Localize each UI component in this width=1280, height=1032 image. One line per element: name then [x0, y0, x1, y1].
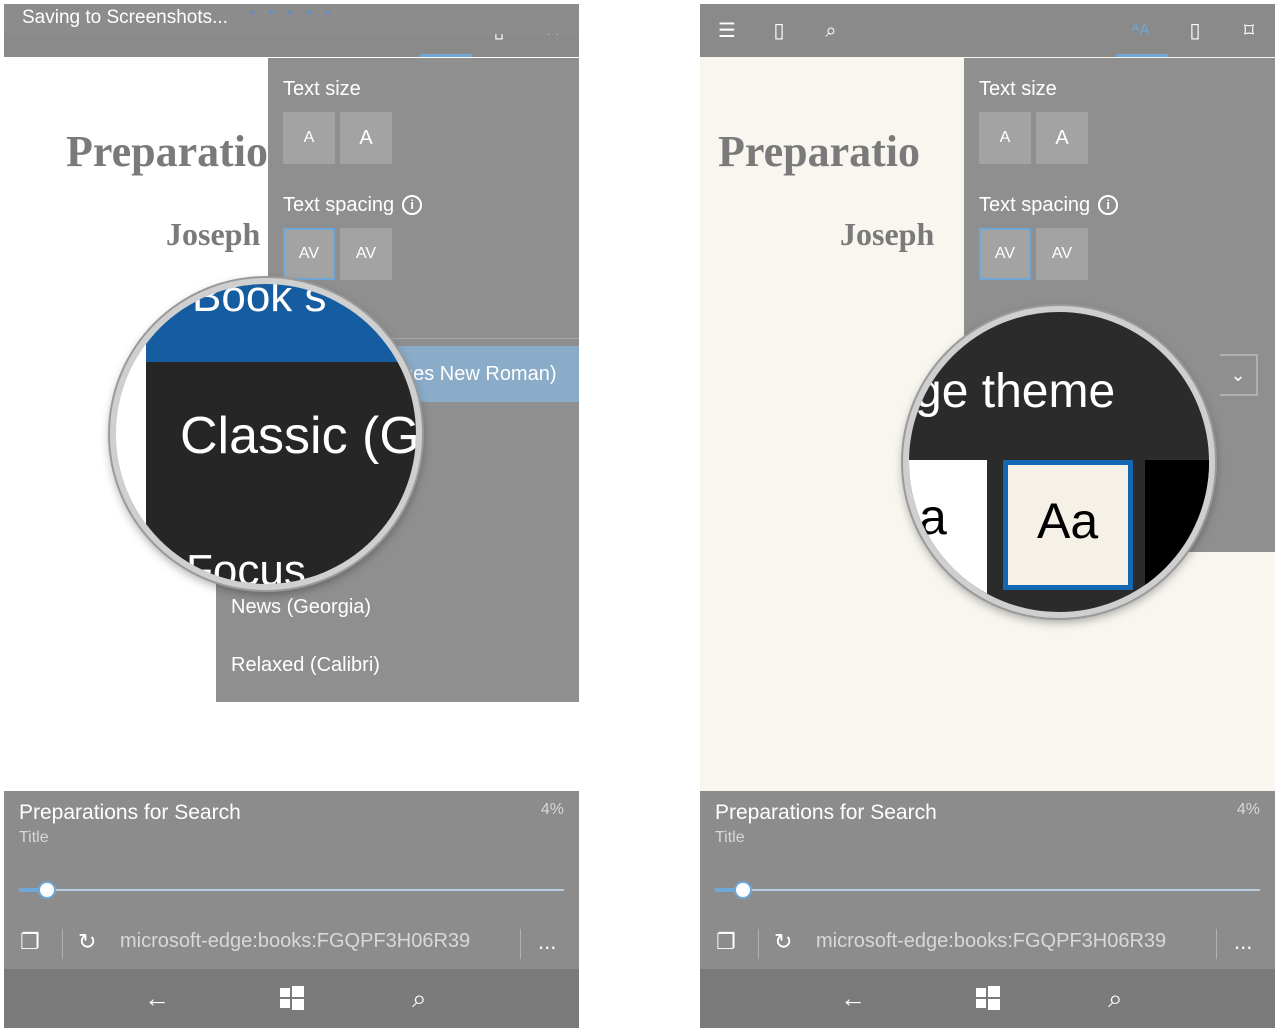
book-info-chapter: Title	[715, 829, 745, 846]
refresh-icon[interactable]: ↻	[774, 929, 792, 955]
text-size-label: Text size	[283, 78, 361, 100]
saving-text: Saving to Screenshots...	[22, 7, 228, 28]
magnifier-right: ge theme a Aa	[903, 306, 1215, 618]
font-option-news[interactable]: News (Georgia)	[231, 596, 371, 619]
saving-notification: Saving to Screenshots... •••••	[4, 4, 579, 34]
book-info-title: Preparations for Search	[715, 801, 937, 824]
tabs-icon[interactable]: ❐	[716, 929, 736, 955]
text-spacing-text: Text spacing	[979, 194, 1091, 216]
magnified-theme-label: ge theme	[915, 365, 1116, 418]
progress-slider-thumb[interactable]	[734, 881, 752, 899]
book-info-bar: Preparations for Search Title 4% ❐ ↻ mic…	[700, 791, 1275, 969]
progress-slider-track[interactable]	[715, 889, 1260, 891]
windows-start-icon[interactable]	[976, 986, 1000, 1010]
book-author: Joseph	[840, 216, 935, 252]
progress-dots: •••••	[250, 4, 345, 20]
top-toolbar: ☰ ▯ ⌕ ᴬA ▯ ⌑	[700, 4, 1275, 57]
magnified-header-text: Book s	[192, 278, 327, 321]
text-size-label: Text size	[979, 78, 1057, 100]
increase-glyph: A	[359, 127, 373, 149]
address-bar[interactable]: microsoft-edge:books:FGQPF3H06R39	[120, 930, 470, 953]
book-title: Preparatio	[66, 127, 269, 176]
narrow-spacing-button[interactable]: AV	[283, 228, 335, 280]
back-icon[interactable]: ←	[840, 983, 866, 1014]
left-phone-screen: ᴬ ▯ ⌑ Saving to Screenshots... ••••• Pre…	[4, 4, 579, 1028]
magnified-focus-option: Focus	[186, 546, 306, 590]
increase-text-size-button[interactable]: A	[340, 112, 392, 164]
bookmarks-list-icon[interactable]: ▯	[764, 16, 794, 46]
decrease-text-size-button[interactable]: A	[283, 112, 335, 164]
text-spacing-label: Text spacing i	[979, 194, 1119, 217]
decrease-text-size-button[interactable]: A	[979, 112, 1031, 164]
address-row: ❐ ↻ microsoft-edge:books:FGQPF3H06R39 ..…	[4, 917, 579, 969]
text-options-icon[interactable]: ᴬA	[1126, 16, 1156, 46]
font-option-relaxed[interactable]: Relaxed (Calibri)	[231, 654, 380, 677]
contents-icon[interactable]: ☰	[712, 16, 742, 46]
book-info-title: Preparations for Search	[19, 801, 241, 824]
progress-slider-track[interactable]	[19, 889, 564, 891]
system-nav-bar: ← ⌕	[700, 969, 1275, 1028]
increase-glyph: A	[1055, 127, 1069, 149]
narrow-spacing-button[interactable]: AV	[979, 228, 1031, 280]
font-option-selected[interactable]: nes New Roman)	[394, 346, 579, 402]
tabs-icon[interactable]: ❐	[20, 929, 40, 955]
book-author: Joseph	[166, 216, 261, 252]
wide-spacing-glyph: AV	[1051, 245, 1073, 262]
search-icon[interactable]: ⌕	[816, 16, 846, 46]
book-info-bar: Preparations for Search Title 4% ❐ ↻ mic…	[4, 791, 579, 969]
decrease-glyph: A	[999, 129, 1011, 146]
bookmark-icon[interactable]: ⌑	[1234, 16, 1264, 46]
system-nav-bar: ← ⌕	[4, 969, 579, 1028]
active-tab-indicator	[420, 54, 472, 57]
refresh-icon[interactable]: ↻	[78, 929, 96, 955]
narrow-spacing-glyph: AV	[298, 245, 320, 262]
reading-progress-percent: 4%	[540, 801, 564, 818]
windows-start-icon[interactable]	[280, 986, 304, 1010]
increase-text-size-button[interactable]: A	[1036, 112, 1088, 164]
book-info-chapter: Title	[19, 829, 49, 846]
read-aloud-icon[interactable]: ▯	[1180, 16, 1210, 46]
address-separator-2	[1216, 929, 1217, 959]
theme-swatch-dark[interactable]	[1145, 460, 1209, 612]
wide-spacing-button[interactable]: AV	[1036, 228, 1088, 280]
magnified-classic-option: Classic (G	[180, 407, 420, 465]
theme-swatch-sepia-sample: Aa	[1037, 493, 1099, 549]
address-bar[interactable]: microsoft-edge:books:FGQPF3H06R39	[816, 930, 1166, 953]
address-separator	[758, 929, 759, 959]
reading-progress-percent: 4%	[1236, 801, 1260, 818]
progress-slider-thumb[interactable]	[38, 881, 56, 899]
search-icon[interactable]: ⌕	[412, 983, 427, 1015]
back-icon[interactable]: ←	[144, 983, 170, 1014]
wide-spacing-glyph: AV	[355, 245, 377, 262]
magnifier-left: Book s Classic (G Focus	[110, 278, 422, 590]
search-icon[interactable]: ⌕	[1108, 983, 1123, 1015]
right-phone-screen: ☰ ▯ ⌕ ᴬA ▯ ⌑ Preparatio Joseph Text size…	[700, 4, 1275, 1028]
info-icon[interactable]: i	[402, 195, 423, 215]
text-spacing-label: Text spacing i	[283, 194, 423, 217]
decrease-glyph: A	[303, 129, 315, 146]
address-row: ❐ ↻ microsoft-edge:books:FGQPF3H06R39 ..…	[700, 917, 1275, 969]
active-tab-indicator	[1116, 54, 1168, 57]
theme-swatch-light-sample: a	[919, 489, 947, 545]
address-separator-2	[520, 929, 521, 959]
more-menu-icon[interactable]: ...	[538, 929, 556, 955]
font-dropdown-chevron-icon[interactable]: ⌄	[1220, 354, 1258, 396]
info-icon[interactable]: i	[1098, 195, 1119, 215]
address-separator	[62, 929, 63, 959]
wide-spacing-button[interactable]: AV	[340, 228, 392, 280]
book-title: Preparatio	[718, 127, 921, 176]
narrow-spacing-glyph: AV	[994, 245, 1016, 262]
text-spacing-text: Text spacing	[283, 194, 395, 216]
more-menu-icon[interactable]: ...	[1234, 929, 1252, 955]
